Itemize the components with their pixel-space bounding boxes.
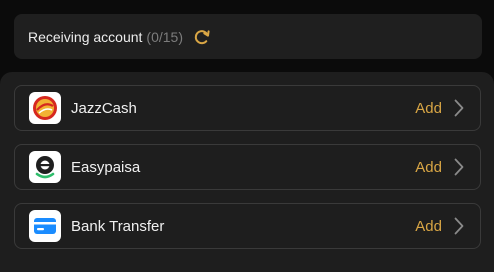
- chevron-right-icon: [452, 157, 466, 177]
- easypaisa-logo: [29, 151, 61, 183]
- account-name: Bank Transfer: [71, 217, 165, 235]
- account-row-easypaisa[interactable]: Easypaisa Add: [14, 144, 481, 190]
- account-name: Easypaisa: [71, 158, 141, 176]
- add-button[interactable]: Add: [415, 218, 442, 235]
- refresh-icon[interactable]: [192, 27, 212, 47]
- account-row-bank-transfer[interactable]: Bank Transfer Add: [14, 203, 481, 249]
- receiving-account-header: Receiving account (0/15): [14, 14, 482, 59]
- bank-card-icon: [29, 210, 61, 242]
- account-row-jazzcash[interactable]: JazzCash Add: [14, 85, 481, 131]
- add-button[interactable]: Add: [415, 100, 442, 117]
- chevron-right-icon: [452, 216, 466, 236]
- account-name: JazzCash: [71, 99, 137, 117]
- accounts-panel: JazzCash Add Easypaisa Add Bank Transfer…: [0, 72, 494, 272]
- add-button[interactable]: Add: [415, 159, 442, 176]
- header-title: Receiving account: [28, 28, 143, 45]
- chevron-right-icon: [452, 98, 466, 118]
- account-count: (0/15): [146, 28, 183, 45]
- jazzcash-logo: [29, 92, 61, 124]
